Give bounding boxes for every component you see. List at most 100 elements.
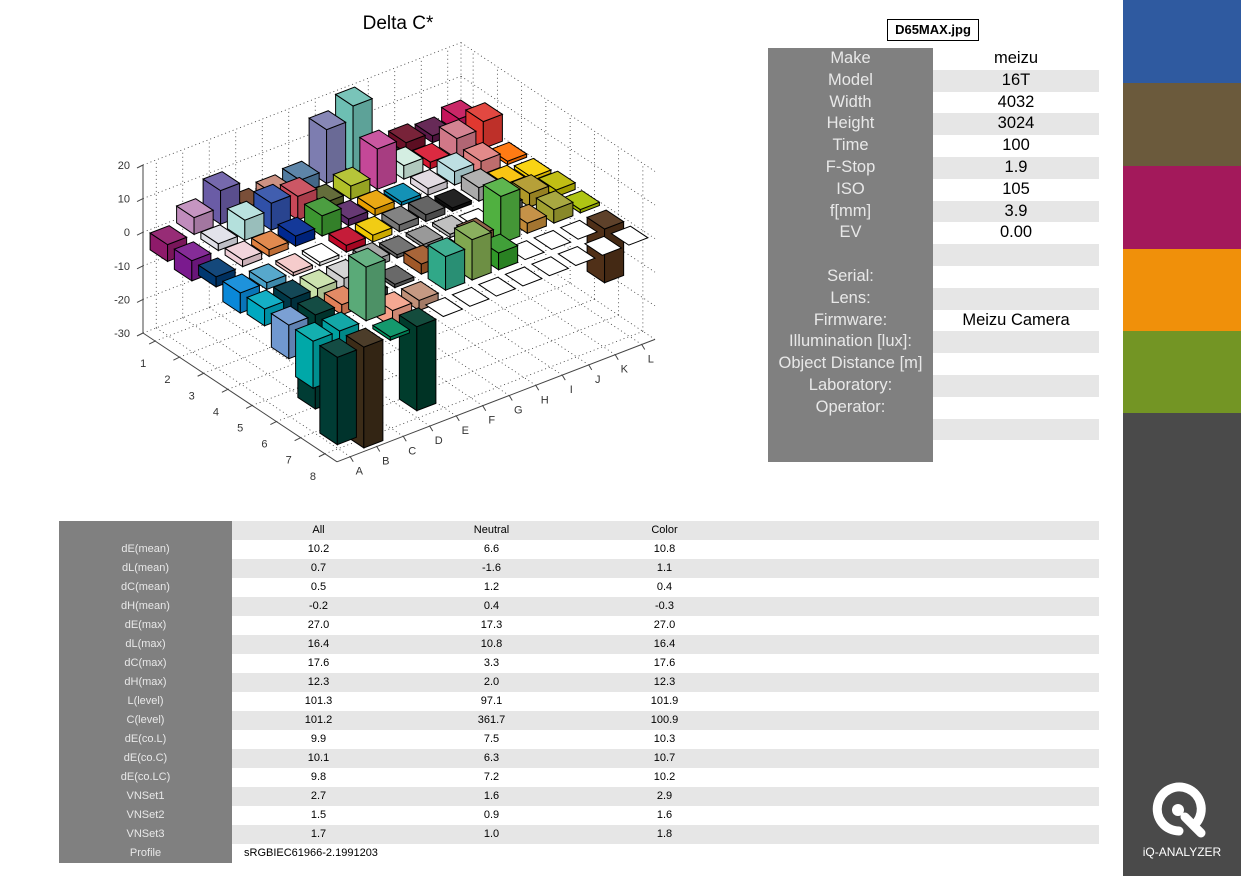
results-row: L(level) 101.3 97.1 101.9 xyxy=(59,692,1099,711)
metric-value: 1.5 xyxy=(310,809,327,821)
metadata-value xyxy=(933,331,1099,354)
metadata-key: f[mm] xyxy=(829,201,872,220)
metric-value: 10.1 xyxy=(307,752,330,764)
metric-value: 1.0 xyxy=(483,828,500,840)
z-tick xyxy=(136,298,144,303)
metric-value: 7.2 xyxy=(483,771,500,783)
color-sidebar xyxy=(1123,0,1241,876)
row-tick xyxy=(173,356,180,361)
metric-label: dH(max) xyxy=(59,673,232,692)
metadata-value: 3024 xyxy=(933,113,1099,136)
z-tick xyxy=(136,265,144,270)
metadata-row: Firmware: Meizu Camera xyxy=(768,310,1099,332)
metric-value: 10.2 xyxy=(307,543,330,555)
results-row: dC(mean) 0.5 1.2 0.4 xyxy=(59,578,1099,597)
column-tick xyxy=(402,436,407,442)
metric-value: 1.1 xyxy=(656,562,673,574)
color-swatch xyxy=(1123,249,1241,331)
z-tick-label: -30 xyxy=(114,328,130,340)
metric-value: 0.5 xyxy=(310,581,327,593)
row-tick xyxy=(294,437,301,442)
row-tick-label: 2 xyxy=(164,374,170,386)
column-tick-label: E xyxy=(462,425,469,437)
metadata-row: f[mm] 3.9 xyxy=(768,200,1099,223)
metric-value: 6.3 xyxy=(483,752,500,764)
column-tick-label: I xyxy=(570,384,573,396)
bar-top-face xyxy=(477,276,517,297)
z-tick xyxy=(136,332,144,337)
metadata-key: Firmware: xyxy=(813,310,888,329)
metadata-value: 1.9 xyxy=(933,156,1099,179)
results-table: All Neutral Color dE(mean) 10.2 6.6 10.8 dL(… xyxy=(59,521,1099,863)
metadata-value: 100 xyxy=(1002,136,1030,155)
metric-value: 1.6 xyxy=(483,790,500,802)
metric-value: 7.5 xyxy=(483,733,500,745)
metric-label: VNSet2 xyxy=(59,806,232,825)
metadata-key: Model xyxy=(828,70,873,89)
metadata-row: Model 16T xyxy=(768,69,1099,92)
bar-8H xyxy=(504,266,543,287)
row-tick xyxy=(148,340,156,345)
metadata-value xyxy=(933,374,1099,397)
metadata-key: EV xyxy=(839,223,862,242)
results-header-row: All Neutral Color xyxy=(59,521,1099,540)
metric-value: 361.7 xyxy=(477,714,506,726)
bar-8G xyxy=(477,276,517,297)
metric-value: 101.2 xyxy=(304,714,333,726)
metric-label: dL(mean) xyxy=(59,559,232,578)
metric-value: 12.3 xyxy=(653,676,676,688)
bar-7F xyxy=(427,237,466,292)
bar-8D xyxy=(398,307,437,412)
metadata-row: Serial: xyxy=(768,266,1099,288)
metadata-row: EV 0.00 xyxy=(768,222,1099,244)
bar-top-face xyxy=(530,256,570,277)
metric-value: 10.3 xyxy=(653,733,676,745)
bar-front-face xyxy=(363,339,384,449)
metadata-key: Laboratory: xyxy=(808,375,893,394)
metric-value: 17.3 xyxy=(480,619,503,631)
bar-7J xyxy=(533,229,572,250)
metadata-row xyxy=(768,418,1099,441)
metric-value: -1.6 xyxy=(482,562,501,574)
z-tick xyxy=(136,164,144,169)
metadata-row: Make meizu xyxy=(768,48,1099,70)
metadata-row: Height 3024 xyxy=(768,113,1099,136)
row-tick-label: 1 xyxy=(140,358,146,370)
results-row: VNSet1 2.7 1.6 2.9 xyxy=(59,787,1099,806)
column-axis xyxy=(336,338,656,463)
results-row: C(level) 101.2 361.7 100.9 xyxy=(59,711,1099,730)
metric-label: dE(max) xyxy=(59,616,232,635)
metric-label: C(level) xyxy=(59,711,232,730)
metric-value: 0.4 xyxy=(656,581,673,593)
metadata-key: Lens: xyxy=(830,288,871,307)
metric-label: dH(mean) xyxy=(59,597,232,616)
metric-value: 9.9 xyxy=(310,733,327,745)
bar-8A xyxy=(318,337,358,446)
metadata-table: Make meizu Model 16T Width 4032 Height 3024 Time… xyxy=(768,48,1099,462)
bar-7C xyxy=(347,247,387,322)
metric-value: 10.7 xyxy=(653,752,676,764)
profile-label: Profile xyxy=(59,844,232,863)
results-row: dH(max) 12.3 2.0 12.3 xyxy=(59,673,1099,692)
row-tick-label: 5 xyxy=(237,422,243,434)
metric-value: 6.6 xyxy=(483,543,500,555)
metadata-value: 4032 xyxy=(997,92,1035,111)
metric-label: dE(co.LC) xyxy=(59,768,232,787)
metric-value: 10.8 xyxy=(480,638,503,650)
bar-8F xyxy=(451,286,490,307)
results-row: dE(co.LC) 9.8 7.2 10.2 xyxy=(59,768,1099,787)
metadata-row xyxy=(768,244,1099,266)
metric-value: 27.0 xyxy=(653,619,676,631)
metadata-value: Meizu Camera xyxy=(962,310,1070,329)
metric-value: 16.4 xyxy=(307,638,330,650)
metadata-row: Time 100 xyxy=(768,135,1099,157)
metric-label: VNSet3 xyxy=(59,825,232,844)
results-row: dC(max) 17.6 3.3 17.6 xyxy=(59,654,1099,673)
profile-row: Profile sRGBIEC61966-2.1991203 xyxy=(59,844,1099,863)
metadata-row: Operator: xyxy=(768,397,1099,419)
metric-label: dL(max) xyxy=(59,635,232,654)
metadata-key: Time xyxy=(832,136,869,155)
metric-value: 3.3 xyxy=(483,657,500,669)
metadata-value xyxy=(933,244,1099,266)
header-all: All xyxy=(312,524,325,536)
